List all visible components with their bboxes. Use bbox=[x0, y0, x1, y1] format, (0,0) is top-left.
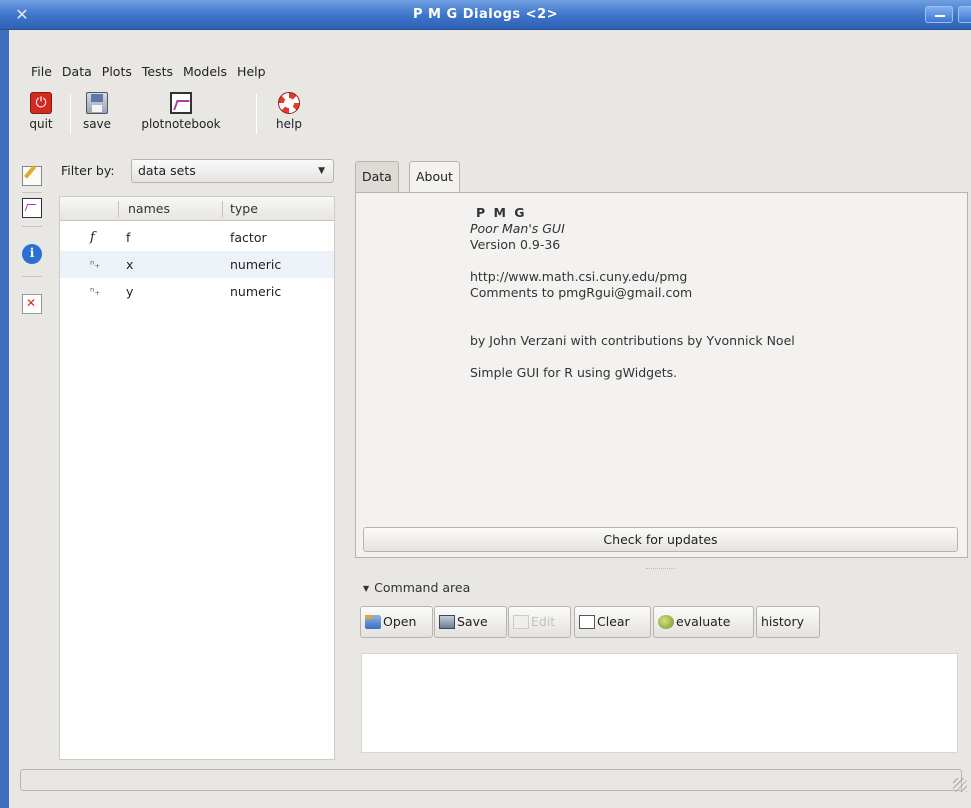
about-version: Version 0.9-36 bbox=[470, 237, 561, 252]
floppy-disk-icon bbox=[86, 92, 108, 114]
about-authors: by John Verzani with contributions by Yv… bbox=[470, 333, 795, 348]
clear-icon bbox=[579, 614, 595, 629]
about-description: Simple GUI for R using gWidgets. bbox=[470, 365, 678, 380]
tab-data-label: Data bbox=[362, 169, 392, 184]
menu-bar: File Data Plots Tests Models Help bbox=[26, 62, 271, 82]
variable-name: f bbox=[126, 230, 131, 245]
factor-icon: f bbox=[90, 230, 95, 245]
save-command-button[interactable]: Save bbox=[434, 606, 507, 638]
about-url[interactable]: http://www.math.csi.cuny.edu/pmg bbox=[470, 269, 795, 285]
help-button[interactable]: help bbox=[267, 90, 311, 140]
command-area-label: Command area bbox=[374, 580, 471, 595]
save-command-label: Save bbox=[457, 614, 488, 629]
plotnotebook-label: plotnotebook bbox=[141, 117, 221, 131]
column-divider bbox=[118, 201, 119, 217]
pane-resize-handle[interactable] bbox=[646, 568, 676, 571]
variables-table[interactable]: names type f f factor ⁿ₊ x numeric ⁿ₊ y … bbox=[59, 196, 335, 760]
help-label: help bbox=[276, 117, 302, 131]
table-header: names type bbox=[60, 197, 334, 221]
chevron-down-icon: ▼ bbox=[318, 166, 325, 176]
window-title: P M G Dialogs <2> bbox=[412, 7, 559, 22]
save-icon bbox=[439, 614, 455, 629]
side-separator bbox=[22, 192, 42, 193]
about-subtitle: Poor Man's GUI bbox=[470, 221, 565, 236]
folder-open-icon bbox=[365, 614, 381, 629]
command-text-area[interactable] bbox=[361, 653, 958, 753]
window-frame bbox=[0, 30, 9, 808]
numeric-icon: ⁿ₊ bbox=[90, 258, 101, 271]
about-comments: Comments to pmgRgui@gmail.com bbox=[470, 285, 693, 300]
menu-models[interactable]: Models bbox=[178, 62, 232, 82]
open-button[interactable]: Open bbox=[360, 606, 433, 638]
numeric-icon: ⁿ₊ bbox=[90, 285, 101, 298]
variable-type: factor bbox=[230, 230, 267, 245]
tab-data[interactable]: Data bbox=[355, 161, 399, 192]
side-separator bbox=[22, 226, 42, 227]
variable-name: y bbox=[126, 284, 134, 299]
history-label: history bbox=[761, 614, 804, 629]
tab-about-pmg[interactable]: About PMG ✕ bbox=[409, 161, 460, 243]
toolbar-separator bbox=[256, 94, 257, 134]
variable-type: numeric bbox=[230, 257, 282, 272]
side-separator bbox=[22, 276, 42, 277]
evaluate-label: evaluate bbox=[676, 614, 731, 629]
info-icon[interactable]: i bbox=[22, 244, 42, 264]
clear-label: Clear bbox=[597, 614, 630, 629]
about-title: P M G bbox=[476, 205, 527, 220]
save-button[interactable]: save bbox=[78, 90, 116, 140]
menu-file[interactable]: File bbox=[26, 62, 57, 82]
variable-type: numeric bbox=[230, 284, 282, 299]
column-header-names[interactable]: names bbox=[128, 197, 170, 221]
lifebuoy-icon bbox=[278, 92, 300, 114]
filter-label: Filter by: bbox=[61, 163, 115, 178]
plotnotebook-button[interactable]: plotnotebook bbox=[116, 90, 246, 140]
close-button[interactable] bbox=[958, 6, 971, 23]
power-icon bbox=[30, 92, 52, 114]
edit-icon bbox=[513, 614, 529, 629]
save-label: save bbox=[82, 117, 112, 131]
evaluate-button[interactable]: evaluate bbox=[653, 606, 754, 638]
command-area-expander[interactable]: ▼ Command area bbox=[363, 580, 470, 597]
quit-button[interactable]: quit bbox=[26, 90, 56, 140]
clear-button[interactable]: Clear bbox=[574, 606, 651, 638]
column-header-type[interactable]: type bbox=[230, 197, 258, 221]
minimize-button[interactable] bbox=[925, 6, 953, 23]
table-row[interactable]: ⁿ₊ y numeric bbox=[60, 278, 334, 305]
expander-arrow-icon: ▼ bbox=[363, 583, 370, 593]
title-bar[interactable]: ✕ P M G Dialogs <2> bbox=[0, 0, 971, 30]
menu-help[interactable]: Help bbox=[232, 62, 271, 82]
edit-icon[interactable] bbox=[22, 166, 42, 186]
evaluate-icon bbox=[658, 614, 674, 629]
about-page: P M G Poor Man's GUI Version 0.9-36 http… bbox=[355, 192, 968, 558]
menu-tests[interactable]: Tests bbox=[137, 62, 178, 82]
variable-name: x bbox=[126, 257, 134, 272]
status-bar bbox=[20, 769, 962, 791]
filter-select[interactable]: data sets ▼ bbox=[131, 159, 334, 183]
open-label: Open bbox=[383, 614, 417, 629]
quit-label: quit bbox=[29, 117, 53, 131]
check-updates-button[interactable]: Check for updates bbox=[363, 527, 958, 552]
delete-icon[interactable] bbox=[22, 294, 42, 314]
edit-label: Edit bbox=[531, 614, 556, 629]
table-row[interactable]: ⁿ₊ x numeric bbox=[60, 251, 334, 278]
menu-plots[interactable]: Plots bbox=[97, 62, 137, 82]
plot-icon[interactable] bbox=[22, 198, 42, 218]
column-divider bbox=[222, 201, 223, 217]
history-button[interactable]: history bbox=[756, 606, 820, 638]
resize-grip-icon[interactable] bbox=[953, 778, 967, 792]
filter-selected-value: data sets bbox=[138, 163, 196, 178]
table-row[interactable]: f f factor bbox=[60, 224, 334, 251]
edit-button[interactable]: Edit bbox=[508, 606, 571, 638]
toolbar-separator bbox=[70, 94, 71, 134]
about-text: P M G Poor Man's GUI Version 0.9-36 http… bbox=[470, 205, 795, 381]
menu-data[interactable]: Data bbox=[57, 62, 97, 82]
plot-icon bbox=[170, 92, 192, 114]
